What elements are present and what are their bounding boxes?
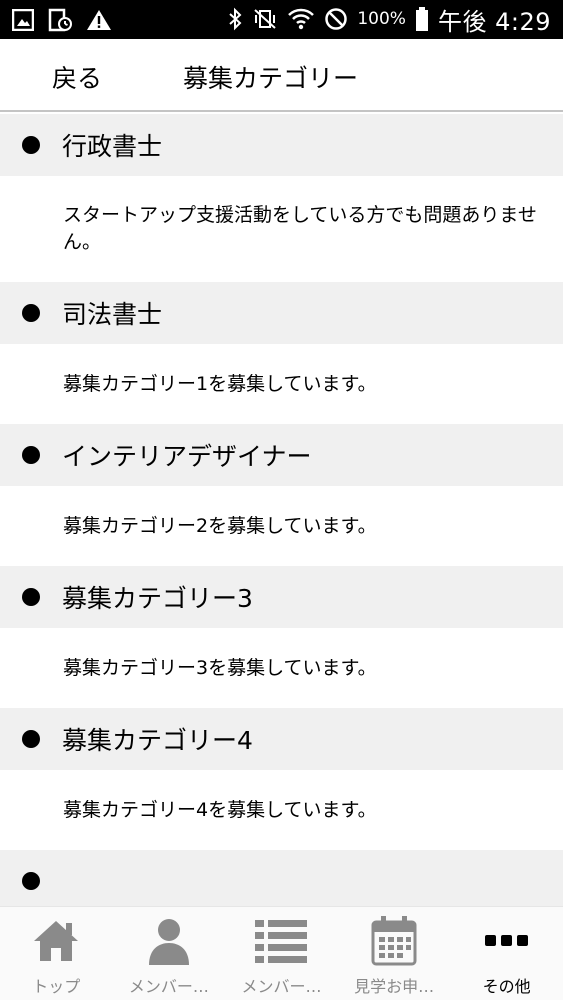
bullet-icon bbox=[22, 872, 40, 890]
tab-member-profile[interactable]: メンバー… bbox=[113, 907, 226, 1000]
tab-label: 見学お申… bbox=[354, 977, 435, 996]
category-description-text: 募集カテゴリー2を募集しています。 bbox=[63, 514, 377, 537]
category-header: 募集カテゴリー3 bbox=[0, 566, 563, 628]
bluetooth-icon bbox=[227, 7, 243, 31]
page-title: 募集カテゴリー bbox=[183, 64, 359, 93]
clock: 午後 4:29 bbox=[437, 7, 551, 36]
tab-label: その他 bbox=[482, 977, 531, 996]
tab-visit-request[interactable]: 見学お申… bbox=[338, 907, 451, 1000]
category-header: 行政書士 bbox=[0, 114, 563, 176]
category-description: 募集カテゴリー3を募集しています。 bbox=[0, 628, 563, 708]
category-title: 募集カテゴリー3 bbox=[62, 584, 253, 613]
status-bar: 100% 午後 4:29 bbox=[0, 0, 563, 39]
category-title: インテリアデザイナー bbox=[62, 442, 312, 471]
category-list[interactable]: 行政書士 スタートアップ支援活動をしている方でも問題ありません。 司法書士 募集… bbox=[0, 114, 563, 906]
tab-top[interactable]: トップ bbox=[0, 907, 113, 1000]
bullet-icon bbox=[22, 730, 40, 748]
status-bar-right: 100% 午後 4:29 bbox=[227, 4, 551, 36]
category-description: 募集カテゴリー4を募集しています。 bbox=[0, 770, 563, 850]
home-icon bbox=[30, 915, 82, 967]
bullet-icon bbox=[22, 304, 40, 322]
status-bar-left bbox=[12, 6, 112, 34]
warning-icon bbox=[86, 9, 112, 31]
calendar-icon bbox=[368, 915, 420, 967]
back-button[interactable]: 戻る bbox=[52, 59, 102, 95]
category-header: 司法書士 bbox=[0, 282, 563, 344]
vibrate-mute-icon bbox=[252, 7, 278, 31]
do-not-disturb-icon bbox=[324, 7, 348, 31]
tab-label: トップ bbox=[32, 977, 81, 996]
category-header: 募集カテゴリー4 bbox=[0, 708, 563, 770]
wifi-icon bbox=[287, 7, 315, 31]
schedule-notification-icon bbox=[48, 8, 72, 32]
category-description: 募集カテゴリー2を募集しています。 bbox=[0, 486, 563, 566]
bullet-icon bbox=[22, 446, 40, 464]
bullet-icon bbox=[22, 136, 40, 154]
category-title: 司法書士 bbox=[62, 300, 163, 329]
navigation-bar: 戻る 募集カテゴリー bbox=[0, 39, 563, 112]
gallery-notification-icon bbox=[12, 9, 34, 31]
category-description: スタートアップ支援活動をしている方でも問題ありません。 bbox=[0, 176, 563, 282]
battery-icon bbox=[415, 7, 429, 31]
tab-bar: トップ メンバー… メンバー… 見学お申… その他 bbox=[0, 906, 563, 1000]
battery-percent: 100% bbox=[357, 9, 406, 29]
category-description-text: 募集カテゴリー3を募集しています。 bbox=[63, 656, 377, 679]
category-description: 募集カテゴリー1を募集しています。 bbox=[0, 344, 563, 424]
person-icon bbox=[143, 915, 195, 967]
bullet-icon bbox=[22, 588, 40, 606]
category-header: インテリアデザイナー bbox=[0, 424, 563, 486]
tab-member-list[interactable]: メンバー… bbox=[225, 907, 338, 1000]
category-header bbox=[0, 850, 563, 906]
tab-label: メンバー… bbox=[241, 977, 322, 996]
category-description-text: 募集カテゴリー1を募集しています。 bbox=[63, 372, 377, 395]
category-description-text: 募集カテゴリー4を募集しています。 bbox=[63, 798, 377, 821]
more-icon bbox=[481, 915, 533, 967]
tab-label: メンバー… bbox=[128, 977, 209, 996]
category-title: 募集カテゴリー4 bbox=[62, 726, 253, 755]
category-title: 行政書士 bbox=[62, 132, 163, 161]
tab-other[interactable]: その他 bbox=[450, 907, 563, 1000]
category-description-text: スタートアップ支援活動をしている方でも問題ありません。 bbox=[63, 204, 537, 253]
list-icon bbox=[255, 915, 308, 967]
